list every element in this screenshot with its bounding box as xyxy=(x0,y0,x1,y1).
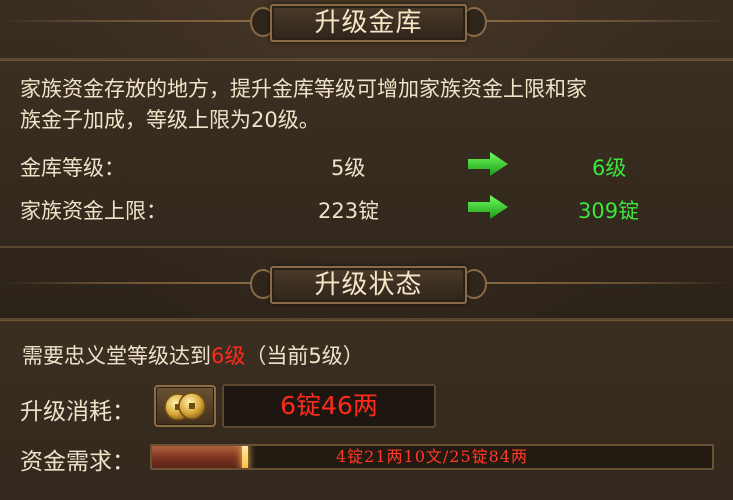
section-title-upgrade-vault: 升级金库 xyxy=(314,8,423,38)
gold-coins-icon xyxy=(164,392,206,421)
vault-description-line1: 家族资金存放的地方，提升金库等级可增加家族资金上限和家 xyxy=(20,77,587,101)
funds-progress-bar: 4锭21两10文/25锭84两 xyxy=(150,444,714,470)
fund-limit-current: 223锭 xyxy=(318,199,380,223)
requirement-text: 需要忠义堂等级达到6级（当前5级） xyxy=(22,340,364,370)
requirement-level: 6级 xyxy=(211,344,246,368)
vault-description-line2: 族金子加成，等级上限为20级。 xyxy=(20,108,320,132)
upgrade-cost-box: 6锭46两 xyxy=(222,384,436,428)
upgrade-vault-banner: 升级金库 xyxy=(0,0,733,42)
banner-divider-right xyxy=(468,282,733,284)
section-title-upgrade-status: 升级状态 xyxy=(314,270,423,300)
gold-coins-icon-button[interactable] xyxy=(154,385,216,427)
funds-progress-text: 4锭21两10文/25锭84两 xyxy=(335,447,528,466)
green-right-arrow-icon xyxy=(468,152,508,176)
cost-label: 升级消耗： xyxy=(20,399,135,425)
fund-limit-next: 309锭 xyxy=(578,199,640,223)
upgrade-status-banner: 升级状态 xyxy=(0,262,733,304)
green-right-arrow-icon xyxy=(468,195,508,219)
funds-label: 资金需求： xyxy=(20,449,135,475)
vault-level-current: 5级 xyxy=(331,156,366,180)
requirement-prefix: 需要忠义堂等级达到 xyxy=(22,344,211,368)
banner-divider-left xyxy=(0,20,265,22)
requirement-suffix: （当前5级） xyxy=(245,344,364,368)
vault-level-next: 6级 xyxy=(592,156,627,180)
upgrade-cost-value: 6锭46两 xyxy=(280,391,378,420)
banner-divider-right xyxy=(468,20,733,22)
vault-level-label: 金库等级： xyxy=(20,156,125,180)
banner-divider-left xyxy=(0,282,265,284)
fund-limit-label: 家族资金上限： xyxy=(20,199,167,223)
